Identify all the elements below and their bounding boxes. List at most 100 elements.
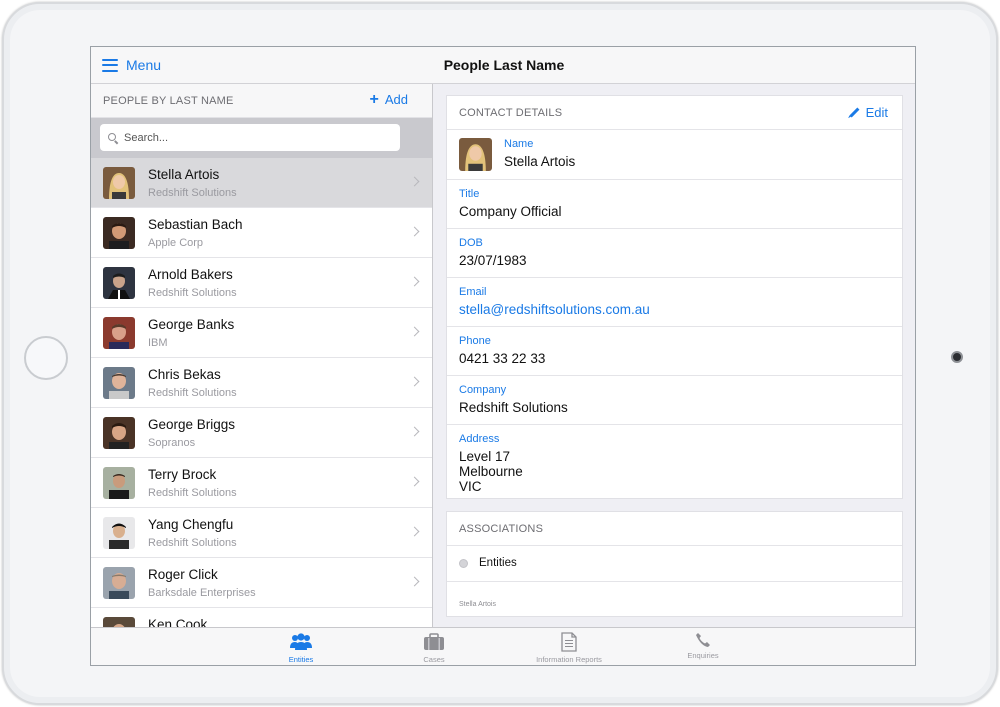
address-line: VIC (459, 479, 482, 494)
avatar (103, 217, 135, 249)
list-item[interactable]: Roger Click Barksdale Enterprises (91, 558, 432, 608)
person-name: Yang Chengfu (148, 517, 234, 532)
person-name: Sebastian Bach (148, 217, 243, 232)
list-item[interactable]: Stella Artois Redshift Solutions (91, 158, 432, 208)
person-company: Redshift Solutions (148, 487, 237, 499)
phone-label: Phone (459, 335, 491, 347)
people-icon (290, 633, 312, 650)
address-value: Level 17 Melbourne VIC (459, 449, 523, 494)
address-line: Level 17 (459, 449, 511, 464)
title-label: Title (459, 188, 480, 200)
chevron-right-icon (409, 326, 420, 337)
person-company: IBM (148, 337, 168, 349)
list-item[interactable]: Ken Cook (91, 608, 432, 627)
phone-value: 0421 33 22 33 (459, 351, 546, 366)
person-company: Redshift Solutions (148, 187, 237, 199)
chevron-right-icon (409, 226, 420, 237)
company-label: Company (459, 384, 507, 396)
search-input[interactable] (124, 131, 384, 144)
person-name: Ken Cook (148, 617, 208, 627)
chevron-right-icon (409, 526, 420, 537)
person-company: Apple Corp (148, 237, 204, 249)
list-item[interactable]: Terry Brock Redshift Solutions (91, 458, 432, 508)
avatar (103, 467, 135, 499)
list-item[interactable]: Sebastian Bach Apple Corp (91, 208, 432, 258)
list-header: PEOPLE BY LAST NAME + Add (91, 84, 432, 118)
chevron-right-icon (409, 576, 420, 587)
chevron-right-icon (409, 176, 420, 187)
name-field: Name Stella Artois (447, 130, 902, 180)
tab-cases[interactable]: Cases (384, 632, 484, 665)
email-label: Email (459, 286, 487, 298)
pencil-icon (849, 107, 860, 118)
page-title: People Last Name (443, 57, 565, 73)
associations-card: ASSOCIATIONS Entities Stella Artois (446, 511, 903, 617)
person-company: Redshift Solutions (148, 537, 237, 549)
tab-information-reports[interactable]: Information Reports (519, 632, 619, 665)
associations-header: ASSOCIATIONS (447, 512, 902, 546)
person-name: Terry Brock (148, 467, 217, 482)
list-item[interactable]: Yang Chengfu Redshift Solutions (91, 508, 432, 558)
chevron-right-icon (409, 426, 420, 437)
contact-details-header: CONTACT DETAILS Edit (447, 96, 902, 130)
list-item[interactable]: George Briggs Sopranos (91, 408, 432, 458)
email-field: Email stella@redshiftsolutions.com.au (447, 278, 902, 327)
association-entity-name: Stella Artois (459, 601, 496, 608)
disclosure-dot-icon (459, 559, 468, 568)
tab-entities[interactable]: Entities (251, 632, 351, 665)
chevron-right-icon (409, 276, 420, 287)
dob-field: DOB 23/07/1983 (447, 229, 902, 278)
edit-button[interactable]: Edit (849, 105, 888, 120)
search-box[interactable] (100, 124, 400, 151)
name-value: Stella Artois (504, 154, 576, 169)
list-item[interactable]: George Banks IBM (91, 308, 432, 358)
app-screen: Menu People Last Name PEOPLE BY LAST NAM… (90, 46, 916, 666)
people-list-pane: PEOPLE BY LAST NAME + Add Stella Artois (91, 84, 433, 627)
tab-label: Entities (288, 655, 314, 664)
phone-field: Phone 0421 33 22 33 (447, 327, 902, 376)
contact-details-card: CONTACT DETAILS Edit Name Stella Artois … (446, 95, 903, 499)
person-name: George Briggs (148, 417, 236, 432)
camera-icon (951, 351, 963, 363)
add-button[interactable]: + Add (370, 91, 408, 107)
association-entities-row[interactable]: Entities (447, 546, 902, 582)
search-bar (91, 118, 432, 158)
avatar (103, 567, 135, 599)
add-label: Add (384, 92, 408, 107)
person-name: Chris Bekas (148, 367, 221, 382)
people-list: Stella Artois Redshift Solutions Sebasti… (91, 158, 432, 627)
detail-pane: CONTACT DETAILS Edit Name Stella Artois … (434, 84, 915, 627)
avatar (103, 617, 135, 627)
address-field: Address Level 17 Melbourne VIC (447, 425, 902, 497)
avatar (103, 367, 135, 399)
ipad-frame: Menu People Last Name PEOPLE BY LAST NAM… (2, 2, 998, 705)
name-label: Name (504, 138, 534, 150)
home-button[interactable] (24, 336, 68, 380)
person-company: Barksdale Enterprises (148, 587, 256, 599)
tab-label: Enquiries (687, 651, 719, 660)
person-name: Arnold Bakers (148, 267, 233, 282)
edit-label: Edit (865, 105, 888, 120)
avatar (459, 138, 492, 171)
association-label: Entities (479, 557, 517, 569)
chevron-right-icon (409, 476, 420, 487)
briefcase-icon (424, 633, 444, 650)
person-company: Redshift Solutions (148, 287, 237, 299)
list-item[interactable]: Arnold Bakers Redshift Solutions (91, 258, 432, 308)
person-name: Roger Click (148, 567, 218, 582)
dob-label: DOB (459, 237, 483, 249)
tab-label: Information Reports (536, 655, 602, 664)
phone-icon (696, 633, 710, 647)
company-field: Company Redshift Solutions (447, 376, 902, 425)
chevron-right-icon (409, 376, 420, 387)
dob-value: 23/07/1983 (459, 253, 527, 268)
tab-enquiries[interactable]: Enquiries (653, 632, 753, 665)
associations-title: ASSOCIATIONS (459, 523, 544, 535)
list-item[interactable]: Chris Bekas Redshift Solutions (91, 358, 432, 408)
email-link[interactable]: stella@redshiftsolutions.com.au (459, 302, 650, 317)
navigation-bar: Menu People Last Name (91, 47, 915, 84)
address-label: Address (459, 433, 500, 445)
document-icon (561, 632, 577, 652)
avatar (103, 167, 135, 199)
avatar (103, 517, 135, 549)
